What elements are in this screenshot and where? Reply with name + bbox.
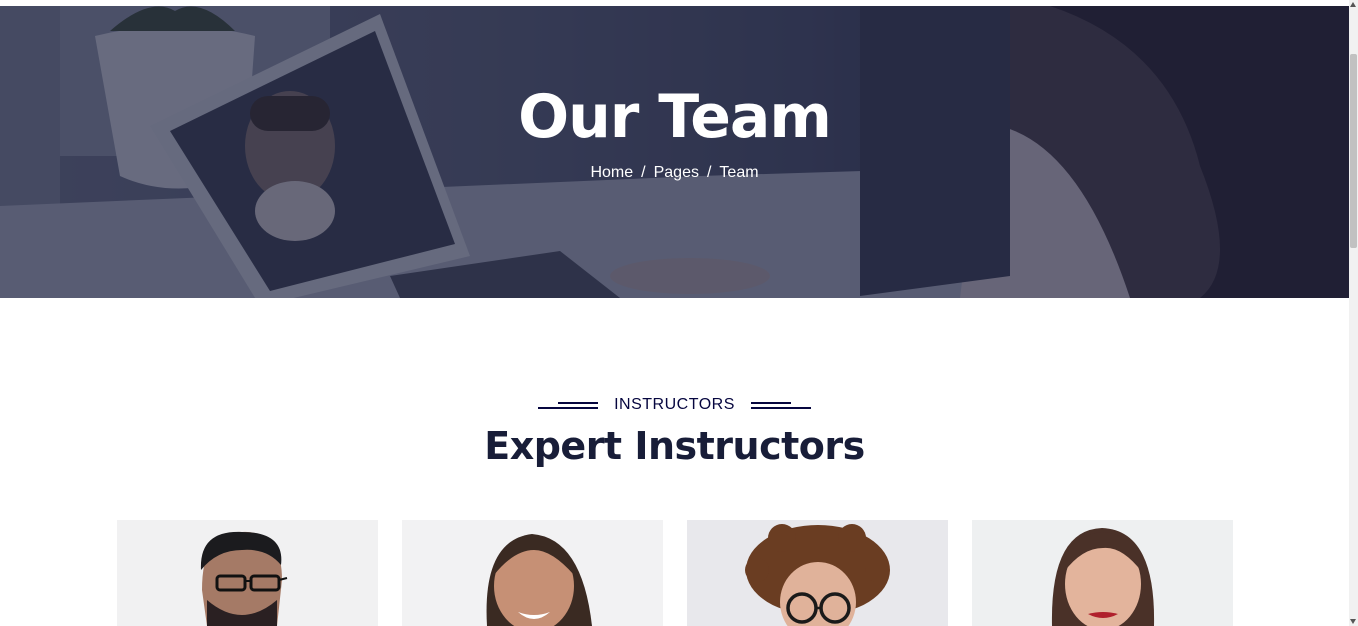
scrollbar-thumb[interactable]: [1350, 54, 1357, 248]
eyebrow-label: INSTRUCTORS: [614, 396, 735, 413]
curly-haired-man-photo: [687, 520, 948, 626]
smiling-woman-photo: [402, 520, 663, 626]
breadcrumb-current: Team: [719, 164, 759, 181]
scroll-down-arrow-icon[interactable]: [1350, 619, 1356, 624]
section-title: Expert Instructors: [484, 424, 865, 468]
instructor-card[interactable]: [972, 520, 1233, 626]
breadcrumb-separator: /: [706, 164, 712, 181]
woman-red-lips-photo: [972, 520, 1233, 626]
breadcrumb: Home / Pages / Team: [0, 164, 1349, 182]
page-scrollbar[interactable]: [1349, 0, 1358, 626]
section-eyebrow: INSTRUCTORS: [0, 396, 1349, 415]
breadcrumb-separator: /: [641, 164, 646, 181]
hero-banner: Our Team Home / Pages / Team: [0, 6, 1349, 298]
instructor-card[interactable]: [687, 520, 948, 626]
scroll-up-arrow-icon[interactable]: [1350, 2, 1356, 7]
breadcrumb-pages-link[interactable]: Pages: [654, 164, 699, 181]
page-title: Our Team: [518, 82, 832, 152]
instructor-card[interactable]: [402, 520, 663, 626]
hero-overlay: [0, 6, 1349, 298]
breadcrumb-home-link[interactable]: Home: [590, 164, 633, 181]
man-with-glasses-photo: [117, 520, 378, 626]
eyebrow-left-decoration: [538, 399, 599, 411]
instructor-card[interactable]: [117, 520, 378, 626]
eyebrow-right-decoration: [750, 399, 811, 411]
